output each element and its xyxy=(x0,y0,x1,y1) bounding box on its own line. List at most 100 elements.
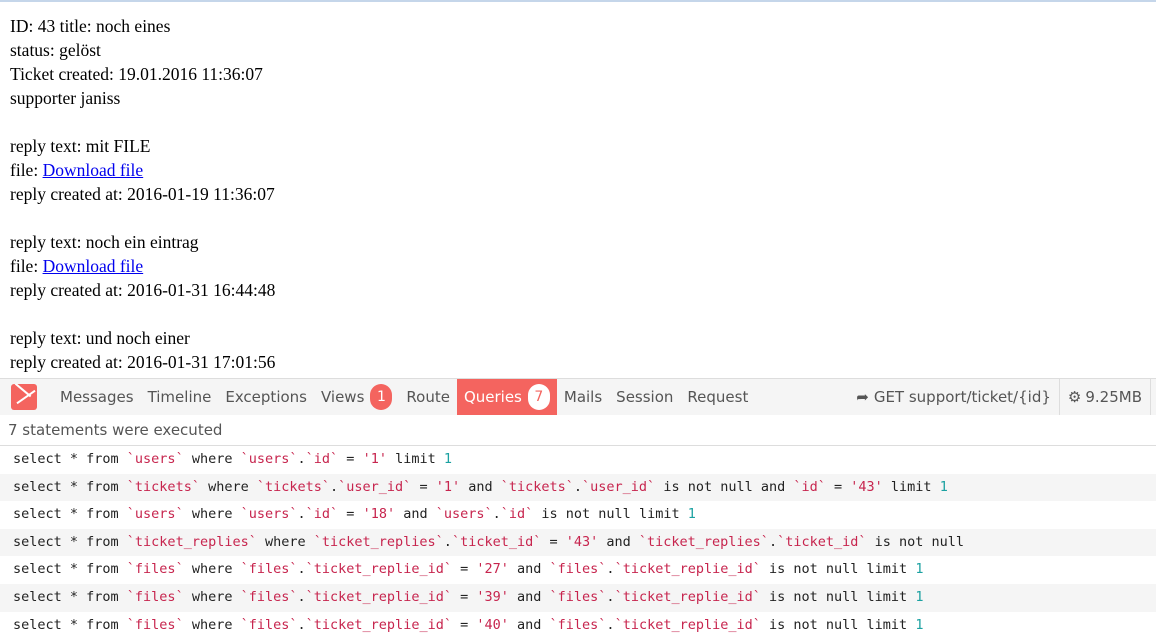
sql-token: where xyxy=(183,616,241,633)
sql-token: `user_id` xyxy=(338,478,412,495)
tab-label: Timeline xyxy=(147,388,212,406)
sql-token: = xyxy=(451,616,477,633)
tab-views[interactable]: Views 1 xyxy=(314,379,399,415)
sql-token: `users` xyxy=(240,506,298,523)
gears-icon: ⚙ xyxy=(1067,388,1082,406)
sql-token: and xyxy=(508,588,550,605)
sql-token: = xyxy=(338,506,363,523)
sql-token: `ticket_replie_id` xyxy=(614,588,761,605)
query-row[interactable]: select * from `ticket_replies` where `ti… xyxy=(0,528,1156,557)
sql-token: . xyxy=(606,616,615,633)
tab-label: Views xyxy=(320,388,365,406)
sql-token: select * from xyxy=(13,616,127,633)
sql-token: `files` xyxy=(549,588,607,605)
sql-token: '1' xyxy=(362,451,387,467)
ticket-content: ID: 43 title: noch eines status: gelöst … xyxy=(0,2,1156,378)
tab-count-badge: 1 xyxy=(370,384,393,410)
sql-token: . xyxy=(606,588,615,605)
query-row[interactable]: select * from `files` where `files`.`tic… xyxy=(0,583,1156,612)
sql-token: select * from xyxy=(13,478,127,495)
sql-token: `users` xyxy=(435,506,493,523)
share-arrow-icon: ➦ xyxy=(856,388,869,406)
tab-label: Mails xyxy=(563,388,603,406)
queries-status: 7 statements were executed xyxy=(0,415,1156,446)
sql-token: and xyxy=(508,561,550,578)
sql-token: `tickets` xyxy=(256,478,331,495)
laravel-logo-icon[interactable] xyxy=(11,384,37,410)
sql-token: select * from xyxy=(13,506,127,523)
sql-token: `files` xyxy=(126,616,184,633)
query-row[interactable]: select * from `users` where `users`.`id`… xyxy=(0,446,1156,474)
tab-request[interactable]: Request xyxy=(680,379,755,415)
tab-label: Session xyxy=(616,388,674,406)
sql-token: limit xyxy=(386,451,444,467)
tab-messages[interactable]: Messages xyxy=(53,379,141,415)
reply-text: reply text: mit FILE xyxy=(10,136,151,156)
sql-token: `ticket_replie_id` xyxy=(614,616,761,633)
file-label: file: xyxy=(10,256,43,276)
sql-token: `id` xyxy=(793,478,826,495)
sql-token: where xyxy=(183,506,241,523)
reply-text: reply text: noch ein eintrag xyxy=(10,232,199,252)
tab-queries[interactable]: Queries 7 xyxy=(456,379,557,415)
reply-text: reply text: und noch einer xyxy=(10,328,190,348)
tab-timeline[interactable]: Timeline xyxy=(141,379,219,415)
query-row[interactable]: select * from `files` where `files`.`tic… xyxy=(0,556,1156,584)
route-text: GET support/ticket/{id} xyxy=(873,388,1051,406)
sql-token: `id` xyxy=(305,506,339,523)
route-indicator: ➦ GET support/ticket/{id} xyxy=(848,379,1059,415)
sql-token: `ticket_id` xyxy=(777,533,867,550)
sql-token: `users` xyxy=(126,451,184,467)
tab-session[interactable]: Session xyxy=(609,379,680,415)
sql-token: . xyxy=(297,506,306,523)
reply-created: reply created at: 2016-01-19 11:36:07 xyxy=(10,184,275,204)
sql-token: `ticket_replie_id` xyxy=(614,561,761,578)
sql-token: . xyxy=(297,588,306,605)
sql-token: = xyxy=(825,478,851,495)
sql-token: `ticket_replie_id` xyxy=(305,588,452,605)
tab-mails[interactable]: Mails xyxy=(557,379,609,415)
query-row[interactable]: select * from `files` where `files`.`tic… xyxy=(0,612,1156,640)
sql-token: '1' xyxy=(435,478,461,495)
debugbar-header: Messages Timeline Exceptions Views 1 Route Que… xyxy=(0,379,1156,415)
memory-indicator: ⚙ 9.25MB xyxy=(1058,379,1151,415)
memory-text: 9.25MB xyxy=(1085,388,1142,406)
sql-token: = xyxy=(451,561,477,578)
ticket-supporter: supporter janiss xyxy=(10,88,121,108)
sql-token: is not null limit xyxy=(760,588,916,605)
tab-label: Request xyxy=(687,388,749,406)
sql-token: = xyxy=(541,533,566,550)
ticket-created: Ticket created: 19.01.2016 11:36:07 xyxy=(10,64,263,84)
ticket-title: ID: 43 title: noch eines xyxy=(10,16,171,36)
sql-token: 1 xyxy=(915,561,924,578)
sql-token: where xyxy=(183,561,241,578)
sql-token: select * from xyxy=(13,588,127,605)
sql-token: 1 xyxy=(939,478,948,495)
sql-token: `files` xyxy=(549,616,607,633)
sql-token: '18' xyxy=(362,506,396,523)
sql-token: `files` xyxy=(126,588,184,605)
sql-token: = xyxy=(451,588,477,605)
sql-token: . xyxy=(573,478,583,495)
sql-token: . xyxy=(443,533,452,550)
download-file-link[interactable]: Download file xyxy=(43,256,144,276)
sql-token: `files` xyxy=(240,561,298,578)
sql-token: `ticket_id` xyxy=(451,533,542,550)
sql-token: '40' xyxy=(476,616,509,633)
tab-route[interactable]: Route xyxy=(399,379,457,415)
sql-token: = xyxy=(338,451,363,467)
queries-list: select * from `users` where `users`.`id`… xyxy=(0,446,1156,639)
reply-file: file: Download file xyxy=(10,158,1146,182)
sql-token: . xyxy=(330,478,339,495)
sql-token: `id` xyxy=(305,451,339,467)
sql-token: `tickets` xyxy=(126,478,200,495)
sql-token: 1 xyxy=(915,616,924,633)
sql-token: . xyxy=(297,451,306,467)
sql-token: `files` xyxy=(549,561,607,578)
query-row[interactable]: select * from `users` where `users`.`id`… xyxy=(0,501,1156,529)
download-file-link[interactable]: Download file xyxy=(43,160,144,180)
sql-token: 1 xyxy=(443,451,452,467)
query-row[interactable]: select * from `tickets` where `tickets`.… xyxy=(0,473,1156,502)
sql-token: select * from xyxy=(13,533,127,550)
tab-exceptions[interactable]: Exceptions xyxy=(218,379,314,415)
